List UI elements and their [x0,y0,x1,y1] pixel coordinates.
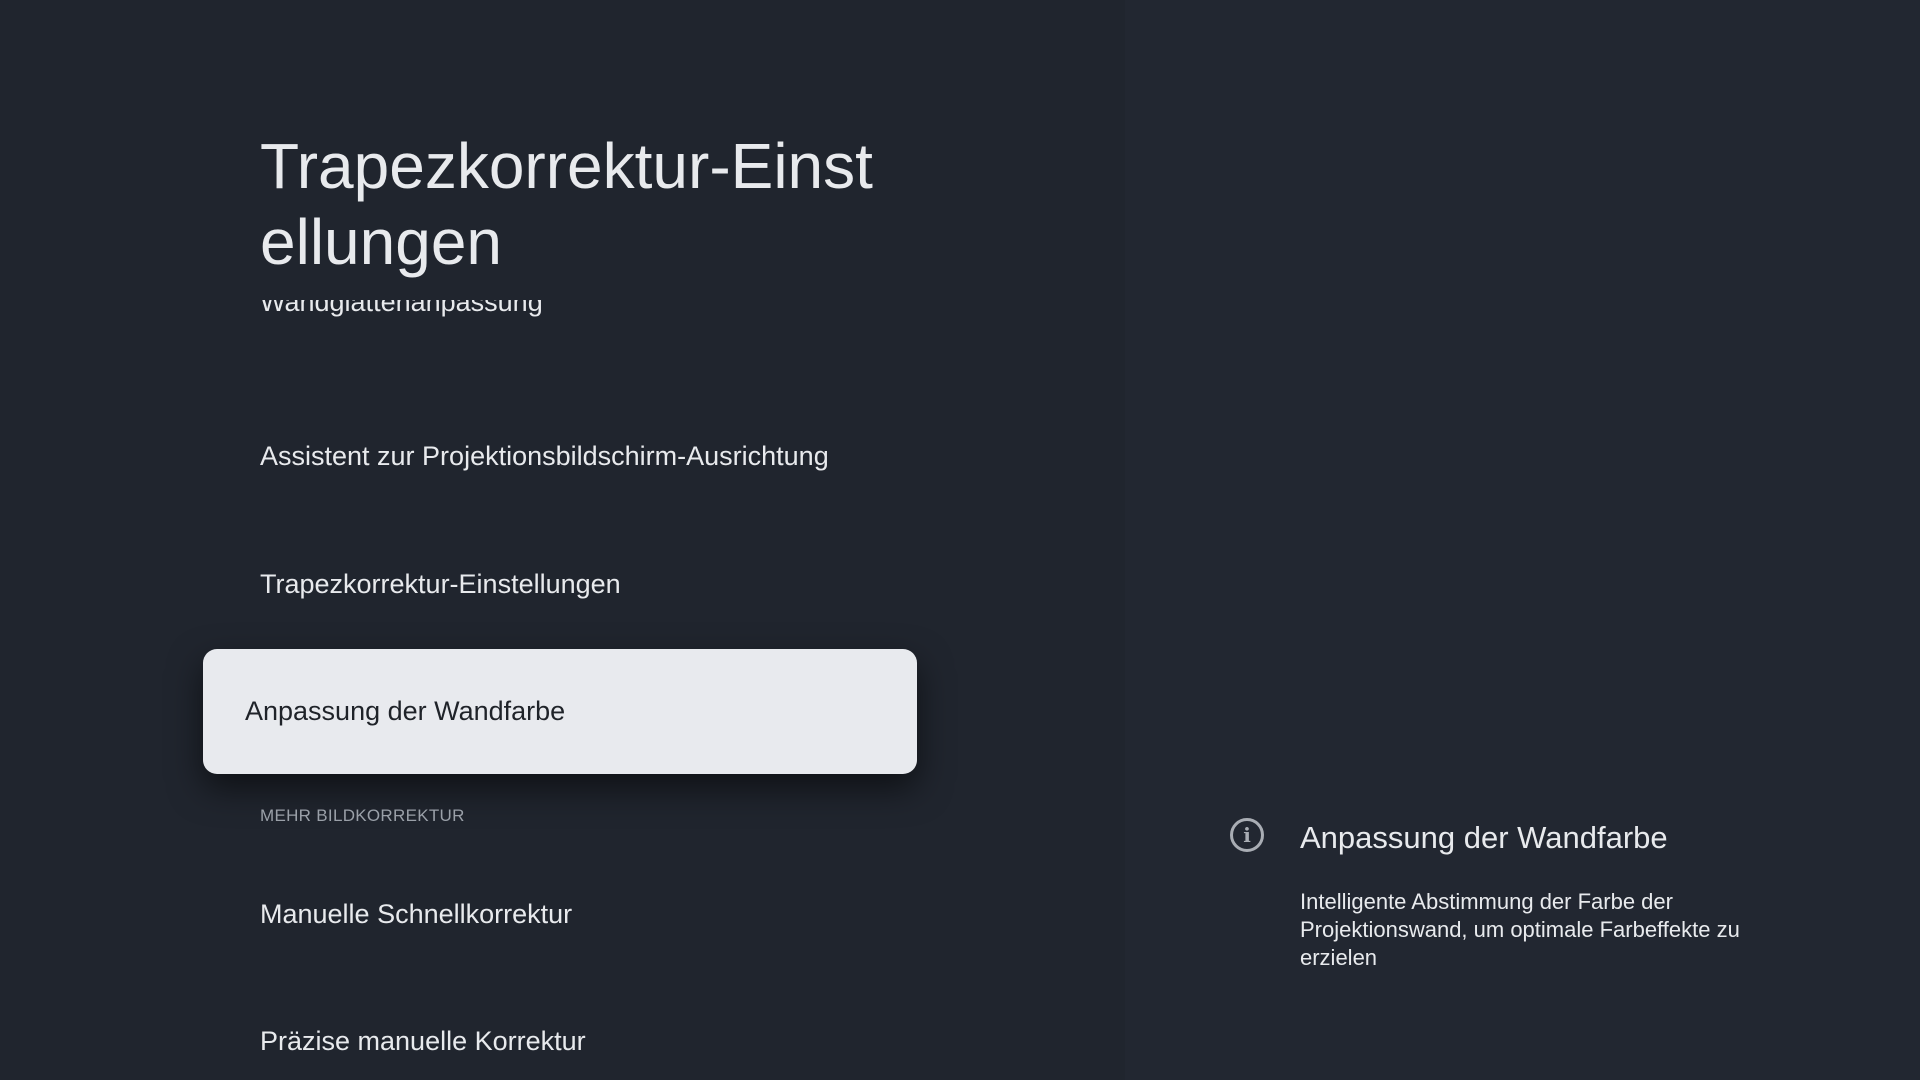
section-header-more-correction: MEHR BILDKORREKTUR [260,806,465,825]
menu-item-precise-manual-correction[interactable]: Präzise manuelle Korrektur [260,1011,920,1071]
page-title: Trapezkorrektur-Einstellungen [260,130,873,278]
info-icon: i [1230,818,1264,852]
info-title: Anpassung der Wandfarbe [1300,820,1668,855]
info-description: Intelligente Abstimmung der Farbe der Pr… [1300,889,1740,970]
settings-list-pane: Trapezkorrektur-Einstellungen Wandglätte… [0,0,1125,1080]
menu-item-manual-quick-correction[interactable]: Manuelle Schnellkorrektur [260,884,920,944]
menu-item-wall-color-adjustment[interactable]: Anpassung der Wandfarbe [203,649,917,774]
settings-menu: Wandglättenanpassung Assistent zur Proje… [0,300,1125,1080]
menu-item-screen-alignment-assistant[interactable]: Assistent zur Projektionsbildschirm-Ausr… [260,426,920,486]
menu-item-keystone-settings[interactable]: Trapezkorrektur-Einstellungen [260,554,920,614]
settings-screen: Trapezkorrektur-Einstellungen Wandglätte… [0,0,1920,1080]
menu-item-wall-smoothing[interactable]: Wandglättenanpassung [260,300,920,332]
